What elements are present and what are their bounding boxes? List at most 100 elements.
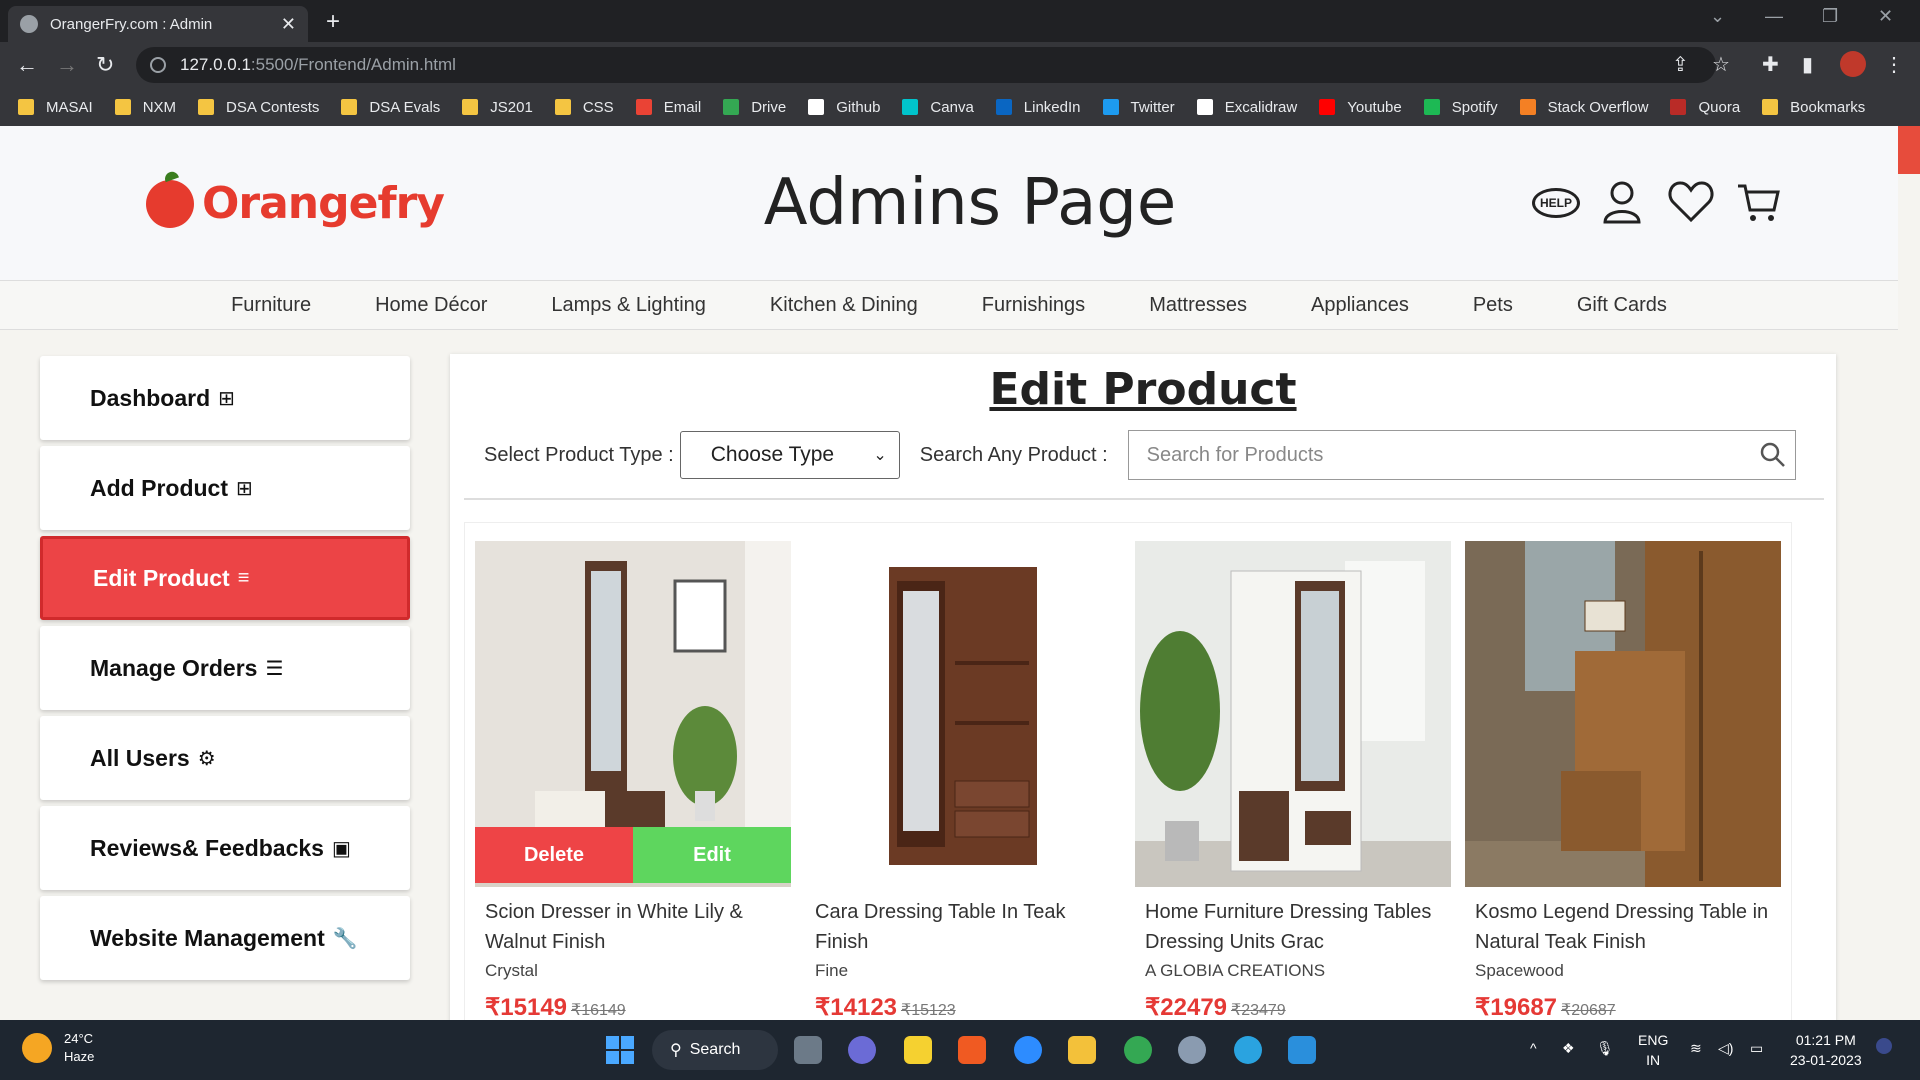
lang-top: ENG [1638, 1032, 1669, 1048]
extensions-icon[interactable]: ✚ [1762, 52, 1779, 77]
bookmark-label: MASAI [46, 98, 93, 116]
cart-icon[interactable] [1736, 180, 1782, 224]
sidebar-item-label: All Users [90, 744, 190, 771]
product-type-select[interactable]: Choose Type ⌄ [679, 431, 900, 479]
bookmark-item[interactable]: Email [635, 99, 701, 116]
logo-text: Orangefry [202, 178, 445, 229]
bookmark-item[interactable]: DSA Evals [341, 99, 440, 116]
sidebar-item[interactable]: All Users ⚙ [40, 716, 410, 800]
settings-gear-icon[interactable] [1178, 1036, 1206, 1064]
help-icon[interactable]: HELP [1532, 188, 1580, 218]
category-link[interactable]: Appliances [1311, 294, 1409, 317]
delete-button[interactable]: Delete [475, 827, 633, 883]
bookmark-label: CSS [582, 98, 614, 116]
bookmark-item[interactable]: LinkedIn [995, 99, 1081, 116]
back-icon[interactable]: ← [16, 52, 38, 78]
vscode-icon[interactable] [1288, 1036, 1316, 1064]
task-view-icon[interactable] [794, 1036, 822, 1064]
taskbar-search[interactable]: ⚲ Search [652, 1030, 778, 1070]
section-title: Edit Product [989, 364, 1297, 415]
new-tab-icon[interactable]: + [326, 8, 340, 36]
bookmark-item[interactable]: Youtube [1319, 99, 1402, 116]
tab-search-icon[interactable]: ⌄ [1710, 6, 1725, 27]
category-link[interactable]: Pets [1473, 294, 1513, 317]
search-icon[interactable] [1759, 441, 1787, 469]
side-panel-icon[interactable]: ▮ [1802, 52, 1813, 77]
bookmark-item[interactable]: Quora [1670, 99, 1740, 116]
reload-icon[interactable]: ↻ [96, 52, 114, 78]
weather-widget[interactable]: 24°C Haze [22, 1030, 94, 1066]
bookmark-item[interactable]: DSA Contests [198, 99, 319, 116]
minimize-icon[interactable]: — [1765, 6, 1783, 27]
bookmark-item[interactable]: Spotify [1423, 99, 1498, 116]
user-icon[interactable] [1602, 180, 1642, 224]
category-link[interactable]: Lamps & Lighting [551, 294, 706, 317]
bookmark-label: Drive [751, 98, 787, 116]
category-link[interactable]: Gift Cards [1577, 294, 1667, 317]
bookmark-item[interactable]: Canva [902, 98, 974, 116]
product-card[interactable]: Delete Edit Scion Dresser in White Lily … [475, 541, 793, 1020]
sticky-notes-icon[interactable] [904, 1036, 932, 1064]
product-card[interactable]: Kosmo Legend Dressing Table in Natural T… [1465, 541, 1783, 1020]
product-price: ₹19687 ₹20687 [1475, 993, 1616, 1020]
bookmark-item[interactable]: JS201 [462, 99, 533, 116]
category-link[interactable]: Home Décor [375, 294, 487, 317]
window-close-icon[interactable]: ✕ [1878, 6, 1893, 27]
bookmark-label: Canva [930, 98, 974, 116]
language-indicator[interactable]: ENG IN [1638, 1030, 1668, 1070]
site-info-icon[interactable] [150, 57, 166, 73]
dropbox-icon[interactable]: ❖ [1562, 1038, 1575, 1058]
plus-box-icon: ⊞ [236, 477, 253, 500]
teams-chat-icon[interactable] [848, 1036, 876, 1064]
category-link[interactable]: Mattresses [1149, 294, 1247, 317]
sidebar-item[interactable]: Manage Orders ☰ [40, 626, 410, 710]
bookmark-item[interactable]: Stack Overflow [1519, 99, 1648, 116]
bookmark-item[interactable]: Excalidraw [1196, 99, 1297, 116]
edit-button[interactable]: Edit [633, 827, 791, 883]
product-card[interactable]: Home Furniture Dressing Tables Dressing … [1135, 541, 1453, 1020]
forward-icon[interactable]: → [56, 52, 78, 78]
site-logo[interactable]: Orangefry [146, 178, 445, 229]
search-input[interactable]: Search for Products [1127, 430, 1796, 480]
sidebar-item[interactable]: Dashboard ⊞ [40, 356, 410, 440]
product-card[interactable]: Cara Dressing Table In Teak Finish Fine … [805, 541, 1123, 1020]
category-link[interactable]: Furnishings [982, 294, 1085, 317]
bookmark-item[interactable]: NXM [114, 99, 176, 116]
sidebar-item[interactable]: Edit Product ≡ [40, 536, 410, 620]
bookmark-item[interactable]: Twitter [1102, 99, 1175, 116]
share-icon[interactable]: ⇪ [1672, 52, 1689, 77]
sidebar-item[interactable]: Website Management 🔧 [40, 896, 410, 980]
sidebar-item[interactable]: Add Product ⊞ [40, 446, 410, 530]
brave-icon[interactable] [958, 1036, 986, 1064]
bookmark-item[interactable]: Bookmarks [1762, 99, 1865, 116]
chevron-up-icon[interactable]: ^ [1530, 1038, 1537, 1058]
category-link[interactable]: Kitchen & Dining [770, 294, 918, 317]
bookmark-item[interactable]: Github [808, 99, 880, 116]
url-field[interactable]: 127.0.0.1 :5500/Frontend/Admin.html [136, 47, 1716, 83]
volume-icon[interactable]: ◁) [1718, 1038, 1733, 1058]
clock[interactable]: 01:21 PM 23-01-2023 [1790, 1030, 1862, 1070]
wifi-icon[interactable]: ≋ [1690, 1038, 1702, 1058]
file-explorer-icon[interactable] [1068, 1036, 1096, 1064]
bookmark-star-icon[interactable]: ☆ [1712, 52, 1730, 77]
category-link[interactable]: Furniture [231, 294, 311, 317]
telegram-icon[interactable] [1234, 1036, 1262, 1064]
sidebar-item[interactable]: Reviews& Feedbacks ▣ [40, 806, 410, 890]
bookmark-item[interactable]: MASAI [18, 99, 93, 116]
bookmark-item[interactable]: Drive [723, 99, 786, 116]
chrome-icon[interactable] [1124, 1036, 1152, 1064]
close-tab-icon[interactable]: ✕ [281, 14, 296, 35]
battery-icon[interactable]: ▭ [1750, 1038, 1763, 1058]
product-price: ₹22479 ₹23479 [1145, 993, 1286, 1020]
browser-tab[interactable]: OrangerFry.com : Admin ✕ [8, 6, 308, 42]
windows-start-icon[interactable] [606, 1036, 634, 1064]
scrollbar-thumb[interactable] [1898, 126, 1920, 174]
microphone-icon[interactable]: 🎙 [1596, 1038, 1614, 1058]
bookmark-item[interactable]: CSS [554, 98, 614, 116]
profile-avatar[interactable] [1840, 51, 1866, 77]
menu-icon[interactable]: ⋮ [1884, 52, 1904, 77]
restore-icon[interactable]: ❐ [1822, 6, 1838, 27]
zoom-icon[interactable] [1014, 1036, 1042, 1064]
notification-icon[interactable] [1876, 1038, 1892, 1054]
wishlist-heart-icon[interactable] [1668, 180, 1714, 224]
